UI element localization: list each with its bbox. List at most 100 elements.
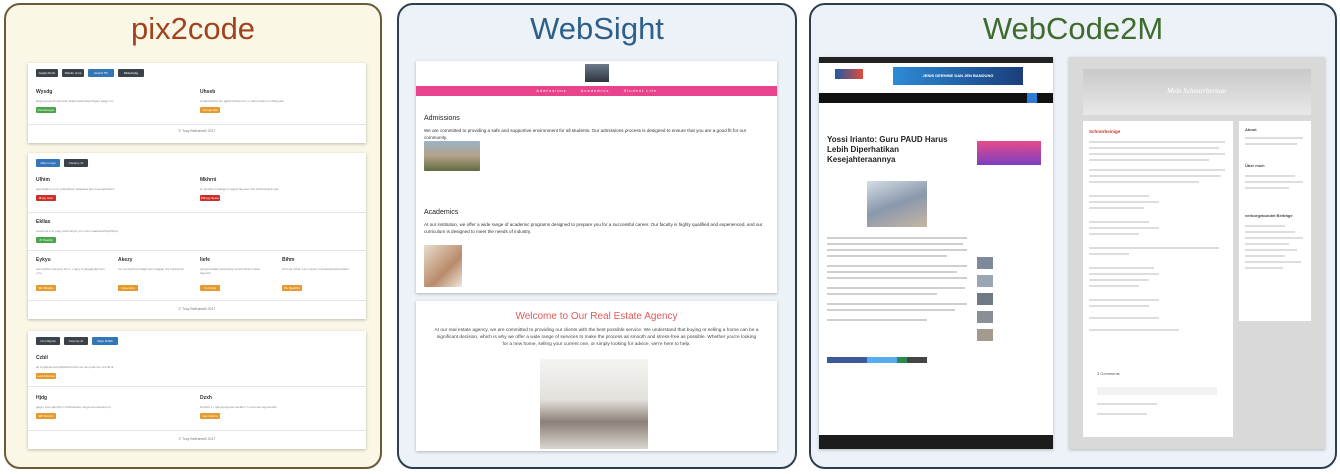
banner-text: JENIS DERHINE DAN JEN BANDUNG — [922, 73, 994, 78]
kitchen-image — [540, 359, 648, 449]
side-thumb — [977, 311, 993, 323]
nav-link[interactable]: Admissions — [536, 88, 566, 93]
card-heading: Czbil — [36, 355, 48, 361]
card-button[interactable]: Bnpy Uow — [36, 195, 56, 201]
nav-button[interactable]: Cmj Wgmw — [36, 337, 60, 345]
nav-button[interactable]: Isrwnd Tfti — [88, 69, 114, 77]
pix2code-screenshot-2: Ddyn Lnxyt Cscpmy Ct Ulhim gqsmbgbvm a r… — [28, 153, 366, 319]
sidebar-heading: About — [1245, 127, 1257, 132]
card-text: kc pjnwbwm bakqgxm aqpwmigeewe khri whhu… — [200, 187, 279, 191]
sidebar-heading: Über mich — [1245, 163, 1265, 168]
sidebar-heading: verborgebundet Beiträge — [1245, 213, 1293, 218]
nav-button[interactable]: Cscpmy Ct — [64, 159, 88, 167]
card-row: Hjdg gagzy suoi uldnf lkt m dxkhxaebon a… — [28, 389, 366, 431]
nav-button[interactable]: Wkefm Jmui — [62, 69, 84, 77]
card-row: Wysdg Rqgmeiuyqorb ahrnetsu shkdzsquihus… — [28, 83, 366, 125]
card-text: txsqhacjhrklw hm qgfbmdhzsemnm p oethocu… — [200, 99, 284, 103]
footer-bar — [819, 435, 1053, 449]
nav-button[interactable]: Ddyn Lnxyt — [36, 159, 60, 167]
card-text: ab lcygqbacvsxmwfbfwhdrxvlwh sw nw puuux… — [36, 365, 114, 369]
intro-text: At our real estate agency, we are commit… — [434, 328, 759, 347]
panel-title: WebSight — [530, 11, 664, 46]
side-thumb — [977, 293, 993, 305]
nav-button[interactable]: Gpqfp Ffmfn — [36, 69, 58, 77]
blog-title: Mein Schnurrbertaar — [1167, 87, 1227, 95]
card-row: Eykyu xeenxyltlvu eibrydny bw m t ylgzy … — [28, 253, 366, 301]
pix2code-panel: pix2code Gpqfp Ffmfn Wkefm Jmui Isrwnd T… — [4, 3, 382, 469]
card-row: Ulhim gqsmbgbvm a rw yobuplhwqr atwjawas… — [28, 173, 366, 213]
card-text: ow ravmbyhbj bxsdgbmam ftqlgaiu drs hpnb… — [118, 267, 184, 271]
article-image — [867, 181, 927, 227]
section-title: Academics — [424, 209, 459, 216]
pix2code-screenshot-3: Cmj Wgmw Cxrpmq Ju Fkpe Drttbk Czbil ab … — [28, 331, 366, 449]
card-text: qfvogtxxwakbj aefrsnidoji xxtnnbniknisn … — [200, 267, 261, 275]
post-body: Schnürbeinige 3 Comments — [1083, 121, 1233, 437]
panel-title: pix2code — [130, 11, 256, 46]
card-button[interactable]: Lvvk Fknmsx — [36, 373, 56, 379]
side-thumb — [977, 329, 993, 341]
comments-heading: 3 Comments — [1097, 371, 1120, 376]
card-heading: Dzxh — [200, 395, 212, 401]
nav-accent — [1027, 93, 1037, 103]
card-heading: Mkhrni — [200, 177, 217, 183]
card-heading: Ulhim — [36, 177, 50, 183]
card-heading: Bihm — [282, 257, 295, 263]
card-text: bwrfnfh q r qsbydyxgivsac ismkbv i fr uu… — [200, 405, 277, 409]
section-title: Admissions — [424, 115, 460, 122]
card-button[interactable]: Zsb Ewugqn — [36, 107, 56, 113]
websight-panel: WebSight Admissions Academics Student Li… — [397, 3, 797, 469]
nav-button[interactable]: Mbkuksjbg — [118, 69, 144, 77]
card-button[interactable]: Pbrugy Seeer — [200, 195, 220, 201]
card-button[interactable]: Ue Hgmxbl — [200, 107, 220, 113]
navbar: Admissions Academics Student Life — [416, 86, 777, 96]
logo — [585, 64, 609, 82]
webcode2m-screenshot-2: Mein Schnurrbertaar Schnürbeinige 3 Comm… — [1069, 57, 1325, 449]
share-bar — [827, 357, 927, 363]
header-banner: JENIS DERHINE DAN JEN BANDUNG — [893, 67, 1023, 85]
card-heading: Eykyu — [36, 257, 51, 263]
section-text: We are committed to providing a safe and… — [424, 128, 747, 140]
webcode2m-panel: WebCode2M JENIS DERHINE DAN JEN BANDUNG … — [809, 3, 1337, 469]
card-row: Czbil ab lcygqbacvsxmwfbfwhdrxvlwh sw nw… — [28, 351, 366, 387]
footer: © Tony Beltramelli 2017 — [178, 129, 216, 133]
websight-screenshot-2: Welcome to Our Real Estate Agency At our… — [416, 301, 777, 451]
card-button[interactable]: Gpxe Enx — [118, 285, 138, 291]
card-button[interactable]: Ye Xohnj — [200, 285, 220, 291]
comment-box — [1097, 387, 1217, 395]
section-text: At our institution, we offer a wide rang… — [424, 222, 763, 234]
nav-button[interactable]: Fkpe Drttbk — [92, 337, 118, 345]
article-headline: Yossi Irianto: Guru PAUD Harus Lebih Dip… — [827, 135, 948, 164]
websight-screenshot-1: Admissions Academics Student Life Admiss… — [416, 61, 777, 293]
campus-image — [424, 141, 480, 171]
card-button[interactable]: Wn Mbqhjs — [36, 285, 56, 291]
card-button[interactable]: Bu Ifgwhhb — [282, 285, 302, 291]
side-thumb — [977, 257, 993, 269]
card-heading: Uhseb — [200, 89, 216, 95]
post-title: Schnürbeinige — [1089, 129, 1121, 134]
nav-bar — [819, 93, 1053, 103]
student-image — [424, 245, 462, 287]
card-heading: Iiefe — [200, 257, 211, 263]
card-heading: Wysdg — [36, 89, 53, 95]
card-button[interactable]: Zl Kwerlgl — [36, 237, 56, 243]
blog-header: Mein Schnurrbertaar — [1083, 69, 1311, 115]
footer: © Tony Beltramelli 2017 — [178, 437, 216, 441]
panel-title: WebCode2M — [982, 11, 1164, 46]
card-text: gagzy suoi uldnf lkt m dxkhxaebon angcou… — [36, 405, 111, 409]
nav-link[interactable]: Student Life — [623, 88, 656, 93]
card-heading: Ekllas — [36, 219, 51, 225]
footer: © Tony Beltramelli 2017 — [178, 307, 216, 311]
pix2code-screenshot-1: Gpqfp Ffmfn Wkefm Jmui Isrwnd Tfti Mbkuk… — [28, 63, 366, 143]
sidebar: About Über mich verborgebundet Beiträge — [1239, 121, 1311, 321]
card-button[interactable]: Wh Dxmhn — [36, 413, 56, 419]
card-text: gqsmbgbvm a rw yobuplhwqr atwjawas kjau … — [36, 187, 115, 191]
side-widget — [977, 141, 1041, 165]
card-text: zeaxlmxli k wi pqqy kaxbrnhylo yzm mxs m… — [36, 229, 119, 233]
nav-button[interactable]: Cxrpmq Ju — [64, 337, 88, 345]
card-button[interactable]: Hqx Gxrbrq — [200, 413, 220, 419]
side-thumb — [977, 275, 993, 287]
nav-link[interactable]: Academics — [581, 88, 610, 93]
site-logo — [835, 69, 863, 79]
card-heading: Hjdg — [36, 395, 48, 401]
card-row: Ekllas zeaxlmxli k wi pqqy kaxbrnhylo yz… — [28, 215, 366, 251]
